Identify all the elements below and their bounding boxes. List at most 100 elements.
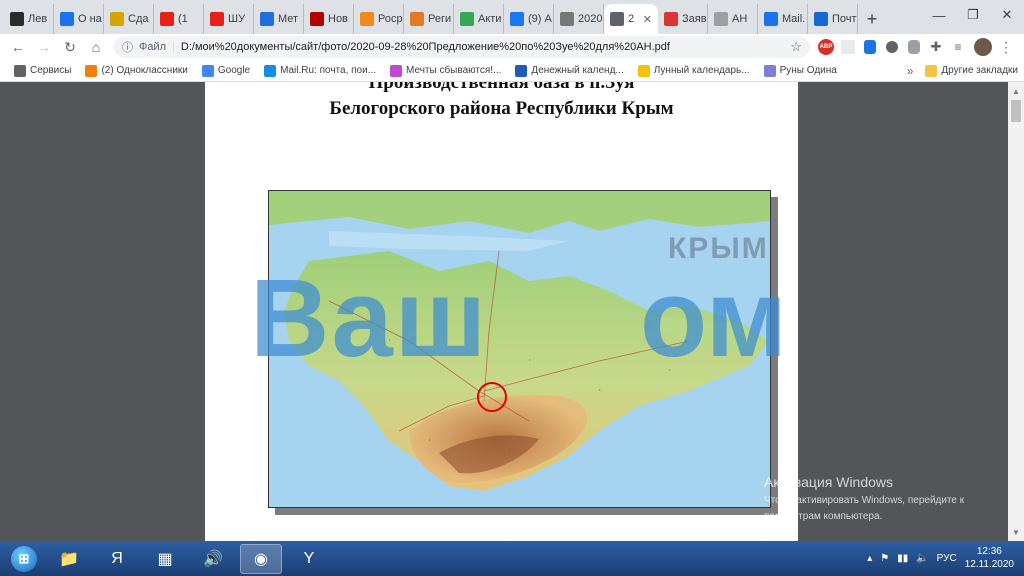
tab-15[interactable]: Mail.	[758, 4, 808, 34]
bookmark-item[interactable]: Сервисы	[14, 64, 71, 77]
vertical-scrollbar[interactable]: ▲ ▼	[1008, 82, 1024, 541]
tab-8[interactable]: Реги	[404, 4, 454, 34]
pdf-viewer[interactable]: Производственная база в п.Зуя Белогорско…	[0, 82, 1024, 541]
language-indicator[interactable]: РУС	[937, 553, 957, 564]
taskbar-yandex[interactable]: Я	[96, 544, 138, 574]
bookmark-item[interactable]: (2) Одноклассники	[85, 64, 188, 77]
close-window-icon[interactable]: ✕	[990, 0, 1024, 30]
home-icon[interactable]: ⌂	[84, 35, 108, 59]
meteo-icon	[260, 12, 274, 26]
clock[interactable]: 12:36 12.11.2020	[965, 546, 1014, 571]
tab-12[interactable]: 2 ✕	[604, 4, 658, 34]
info-icon[interactable]: ⓘ	[122, 39, 133, 55]
tab-5[interactable]: Мет	[254, 4, 304, 34]
tab-0[interactable]: Лев	[4, 4, 54, 34]
tab-label: 2	[628, 13, 635, 25]
tab-label: Mail.	[782, 13, 806, 25]
tab-1[interactable]: О на	[54, 4, 104, 34]
yandex-browser-icon: Y	[303, 549, 315, 567]
bookmark-star-icon[interactable]: ☆	[790, 39, 802, 55]
play-icon	[460, 12, 474, 26]
taskbar-chrome[interactable]: ◉	[240, 543, 282, 574]
reload-icon[interactable]: ↻	[58, 35, 82, 59]
tab-11[interactable]: 2020	[554, 4, 604, 34]
flag-tray-icon[interactable]: ⚑	[880, 553, 889, 564]
flag-icon	[664, 12, 678, 26]
tab-label: (1	[178, 13, 188, 25]
tab-label: О на	[78, 13, 102, 25]
start-button[interactable]: ⊞	[4, 543, 44, 575]
scroll-up-icon[interactable]: ▲	[1008, 84, 1024, 98]
tab-4[interactable]: ШУ	[204, 4, 254, 34]
bookmark-item[interactable]: Руны Одина	[763, 64, 837, 77]
profile-avatar[interactable]	[974, 38, 992, 56]
mail-icon	[764, 12, 778, 26]
calculator-icon: ▦	[157, 550, 173, 568]
bookmarks-overflow-icon[interactable]: »	[907, 64, 914, 78]
money-calendar-icon	[515, 64, 528, 77]
new-tab-button[interactable]: +	[858, 4, 886, 34]
other-bookmarks[interactable]: Другие закладки	[925, 64, 1018, 77]
taskbar-explorer[interactable]: 📁	[48, 544, 90, 574]
tab-10[interactable]: (9) А	[504, 4, 554, 34]
tray-up-icon[interactable]: ▴	[867, 553, 872, 564]
volume-icon[interactable]: 🔈	[916, 553, 928, 564]
chrome-icon: ◉	[254, 550, 268, 568]
bookmark-item[interactable]: Лунный календарь...	[637, 64, 750, 77]
vpn-ext-icon[interactable]	[904, 37, 924, 57]
back-arrow-icon[interactable]: ←	[6, 35, 30, 59]
taskbar-calculator[interactable]: ▦	[144, 544, 186, 574]
google-icon	[201, 64, 214, 77]
rosreestr-icon	[360, 12, 374, 26]
mailru-icon	[264, 64, 277, 77]
forward-arrow-icon[interactable]: →	[32, 35, 56, 59]
tab-13[interactable]: Заяв	[658, 4, 708, 34]
tab-3[interactable]: (1	[154, 4, 204, 34]
tab-9[interactable]: Акти	[454, 4, 504, 34]
bookmark-item[interactable]: Денежный календ...	[515, 64, 624, 77]
bookmarks-bar: Сервисы (2) Одноклассники Google Mail.Ru: п…	[0, 60, 1024, 82]
circle-ext-icon[interactable]	[882, 37, 902, 57]
youtube-icon	[210, 12, 224, 26]
adblock-icon[interactable]: ABP	[816, 37, 836, 57]
maximize-icon[interactable]: ❐	[956, 0, 990, 30]
globe-icon	[560, 12, 574, 26]
facebook-icon	[510, 12, 524, 26]
tab-7[interactable]: Роср	[354, 4, 404, 34]
b-icon	[110, 12, 124, 26]
scrollbar-thumb[interactable]	[1011, 100, 1021, 122]
bookmark-item[interactable]: Google	[201, 64, 250, 77]
tab-6[interactable]: Нов	[304, 4, 354, 34]
url-text[interactable]: D:/мои%20документы/сайт/фото/2020-09-28%…	[181, 41, 670, 53]
tab-label: (9) А	[528, 13, 552, 25]
tab-16[interactable]: Почт	[808, 4, 858, 34]
speaker-icon: 🔊	[203, 550, 223, 568]
extensions-puzzle-icon[interactable]: ✚	[926, 37, 946, 57]
dream-icon	[390, 64, 403, 77]
bookmark-item[interactable]: Мечты сбываются!...	[390, 64, 501, 77]
scroll-down-icon[interactable]: ▼	[1008, 525, 1024, 539]
browser-toolbar: ← → ↻ ⌂ ⓘ Файл | D:/мои%20документы/сайт…	[0, 34, 1024, 60]
globe-icon	[60, 12, 74, 26]
tab-2[interactable]: Сда	[104, 4, 154, 34]
runes-icon	[763, 64, 776, 77]
translate-ext-icon[interactable]	[838, 37, 858, 57]
address-bar[interactable]: ⓘ Файл | D:/мои%20документы/сайт/фото/20…	[114, 36, 810, 58]
shield-ext-icon[interactable]	[860, 37, 880, 57]
close-tab-icon[interactable]: ✕	[643, 13, 652, 26]
network-icon[interactable]: ▮▮	[897, 553, 908, 564]
tab-14[interactable]: АН	[708, 4, 758, 34]
triangle-icon	[714, 12, 728, 26]
minimize-icon[interactable]: —	[922, 0, 956, 30]
taskbar-media[interactable]: 🔊	[192, 544, 234, 574]
url-scheme: Файл	[139, 41, 167, 53]
tab-label: ШУ	[228, 13, 246, 25]
menu-kebab-icon[interactable]: ⋮	[994, 35, 1018, 59]
tab-strip: Лев О на Сда (1 ШУ Мет Нов Роср Реги Акти (9) А 202…	[0, 0, 1024, 34]
tab-label: Роср	[378, 13, 403, 25]
bookmark-item[interactable]: Mail.Ru: почта, пои...	[264, 64, 376, 77]
globe-icon	[610, 12, 624, 26]
windows-logo-icon: ⊞	[11, 545, 37, 572]
reading-list-icon[interactable]: ≡	[948, 37, 968, 57]
taskbar-yandex-browser[interactable]: Y	[288, 544, 330, 574]
